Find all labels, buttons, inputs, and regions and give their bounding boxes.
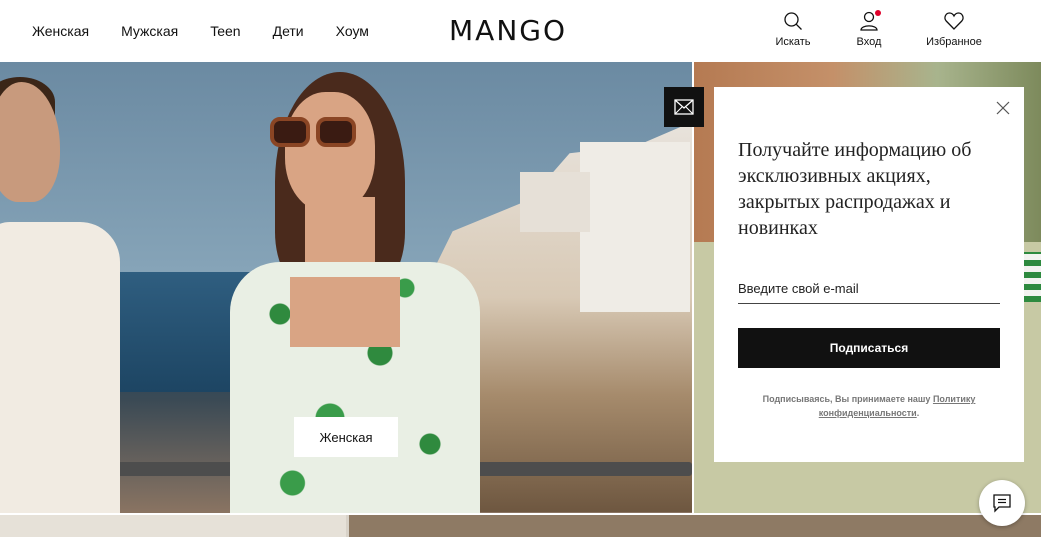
nav-item-kids[interactable]: Дети [273,23,304,39]
heart-icon [944,12,964,30]
privacy-notice-text: Подписываясь, Вы принимаете нашу [762,394,933,404]
newsletter-title: Получайте информацию об эксклюзивных акц… [738,139,972,239]
email-input[interactable] [738,273,1000,304]
nav-item-women[interactable]: Женская [32,23,89,39]
hero-right-stripe [1023,252,1041,302]
banner-thumb[interactable] [0,515,346,537]
favorites-button[interactable]: Избранное [907,10,1001,48]
privacy-notice: Подписываясь, Вы принимаете нашу Политик… [738,392,1000,420]
nav-item-home[interactable]: Хоум [336,23,369,39]
hero-building [520,172,590,232]
search-icon [784,12,802,30]
search-button[interactable]: Искать [755,10,831,48]
nav-item-men[interactable]: Мужская [121,23,178,39]
login-button[interactable]: Вход [831,10,907,48]
next-row-banners [0,515,1041,537]
chat-icon [993,494,1011,513]
notification-dot [875,10,881,16]
hero-man-figure [0,77,120,513]
newsletter-tab[interactable] [664,87,704,127]
favorites-label: Избранное [926,36,982,48]
nav-item-teen[interactable]: Teen [210,23,240,39]
site-header: Женская Мужская Teen Дети Хоум MANGO Иск… [0,0,1041,62]
category-women-button[interactable]: Женская [294,417,398,457]
newsletter-popup: Получайте информацию об эксклюзивных акц… [714,87,1024,462]
header-actions: Искать Вход Избранное [755,10,1001,48]
mail-icon [674,99,694,115]
hero-building [580,142,690,312]
close-icon[interactable] [996,101,1010,115]
mango-logo[interactable]: MANGO [449,14,567,47]
privacy-notice-suffix: . [916,408,920,418]
search-label: Искать [775,36,811,48]
subscribe-button[interactable]: Подписаться [738,328,1000,368]
banner-thumb[interactable] [349,515,1041,537]
main-nav: Женская Мужская Teen Дети Хоум [32,0,401,62]
login-label: Вход [856,36,882,48]
chat-button[interactable] [979,480,1025,526]
